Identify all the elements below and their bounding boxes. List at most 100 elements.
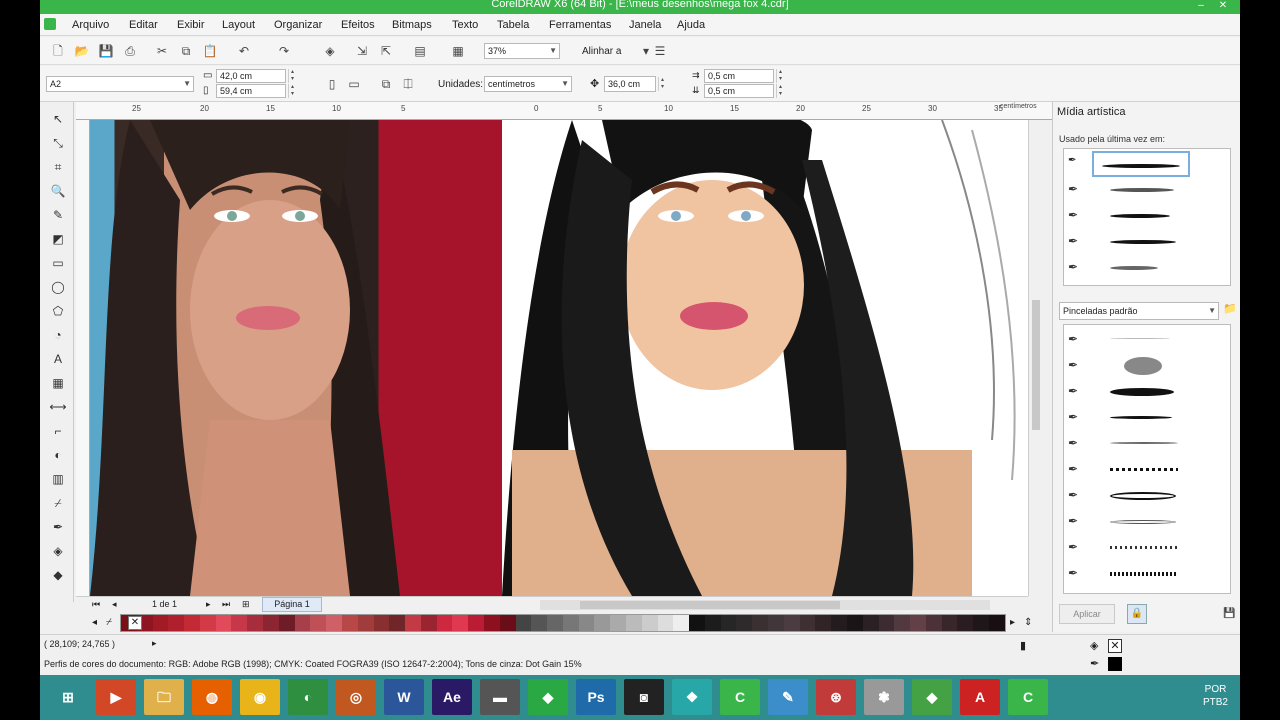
color-swatch[interactable] xyxy=(420,615,437,631)
menu-exibir[interactable]: Exibir xyxy=(177,19,205,31)
color-swatch[interactable] xyxy=(373,615,390,631)
taskbar-app-files[interactable]: ❖ xyxy=(672,679,712,715)
current-page-icon[interactable]: ⎅ xyxy=(400,76,416,92)
color-swatch[interactable] xyxy=(720,615,737,631)
horizontal-scroll-thumb[interactable] xyxy=(580,601,840,609)
save-icon[interactable]: 💾 xyxy=(98,43,114,59)
save-preset-icon[interactable]: 💾 xyxy=(1223,608,1235,619)
taskbar-app-chrome[interactable]: ◉ xyxy=(240,679,280,715)
menu-layout[interactable]: Layout xyxy=(222,19,255,31)
color-swatch[interactable] xyxy=(184,615,200,631)
color-swatch[interactable] xyxy=(846,615,863,631)
dimension-tool-icon[interactable]: ⟷ xyxy=(49,398,67,416)
color-swatch[interactable] xyxy=(957,615,974,631)
color-swatch[interactable] xyxy=(405,615,421,631)
search-content-icon[interactable]: ◈ xyxy=(322,43,338,59)
list-item[interactable] xyxy=(1092,151,1190,177)
color-swatch[interactable] xyxy=(357,615,374,631)
color-swatch[interactable] xyxy=(878,615,895,631)
freehand-tool-icon[interactable]: ✎ xyxy=(49,206,67,224)
menu-editar[interactable]: Editar xyxy=(129,19,158,31)
palette-options-icon[interactable]: ⇕ xyxy=(1024,617,1032,628)
list-item[interactable]: ✒ xyxy=(1064,177,1230,203)
shape-tool-icon[interactable]: ⤡ xyxy=(49,134,67,152)
landscape-icon[interactable]: ▭ xyxy=(346,76,362,92)
color-swatch[interactable] xyxy=(831,615,847,631)
apply-button[interactable]: Aplicar xyxy=(1059,604,1115,624)
all-pages-icon[interactable]: ⧉ xyxy=(378,76,394,92)
list-item[interactable]: ✒ xyxy=(1064,509,1230,535)
eyedropper-palette-icon[interactable]: ⌿ xyxy=(106,617,112,628)
vertical-scrollbar[interactable] xyxy=(1028,120,1042,596)
close-button[interactable]: ✕ xyxy=(1212,0,1234,13)
menu-organizar[interactable]: Organizar xyxy=(274,19,322,31)
add-page-icon[interactable]: ⊞ xyxy=(242,599,250,610)
duplicate-y-spinner[interactable]: ▴ ▾ xyxy=(776,84,784,98)
units-select[interactable]: centímetros ▼ xyxy=(484,76,572,92)
color-swatch[interactable] xyxy=(547,615,563,631)
last-page-icon[interactable]: ⏭ xyxy=(222,599,230,610)
taskbar-app-photoshop[interactable]: Ps xyxy=(576,679,616,715)
eyedropper-tool-icon[interactable]: ⌿ xyxy=(49,494,67,512)
list-item[interactable]: ✒ xyxy=(1064,431,1230,457)
color-swatch[interactable] xyxy=(531,615,548,631)
menu-texto[interactable]: Texto xyxy=(452,19,478,31)
menu-efeitos[interactable]: Efeitos xyxy=(341,19,375,31)
color-swatch[interactable] xyxy=(231,615,248,631)
taskbar-app-acrobat[interactable]: A xyxy=(960,679,1000,715)
page-height-field[interactable]: 59,4 cm xyxy=(216,84,286,98)
new-document-icon[interactable]: 🗋 xyxy=(50,43,66,59)
export-icon[interactable]: ⇱ xyxy=(378,43,394,59)
taskbar-app-coreldraw[interactable]: ◆ xyxy=(528,679,568,715)
lock-icon[interactable]: 🔒 xyxy=(1127,604,1147,624)
taskbar-app-illustrator[interactable]: ◆ xyxy=(912,679,952,715)
import-icon[interactable]: ⇲ xyxy=(354,43,370,59)
taskbar-app-game[interactable]: ⊛ xyxy=(816,679,856,715)
coreldraw-app-icon[interactable] xyxy=(44,18,56,30)
taskbar-app-after-effects[interactable]: Ae xyxy=(432,679,472,715)
table-tool-icon[interactable]: ▦ xyxy=(49,374,67,392)
color-swatch[interactable] xyxy=(263,615,279,631)
color-swatch[interactable] xyxy=(515,615,532,631)
prev-page-icon[interactable]: ◂ xyxy=(112,599,117,610)
list-item[interactable]: ✒ xyxy=(1064,203,1230,229)
zoom-tool-icon[interactable]: 🔍 xyxy=(49,182,67,200)
color-swatch[interactable] xyxy=(499,615,516,631)
menu-ferramentas[interactable]: Ferramentas xyxy=(549,19,611,31)
no-color-swatch[interactable]: ✕ xyxy=(128,616,142,630)
taskbar-app-bio[interactable]: ❃ xyxy=(864,679,904,715)
taskbar-app-browser[interactable]: ◐ xyxy=(288,679,328,715)
next-page-icon[interactable]: ▸ xyxy=(206,599,211,610)
list-item[interactable]: ✒ xyxy=(1064,353,1230,379)
rectangle-tool-icon[interactable]: ▭ xyxy=(49,254,67,272)
color-swatch[interactable] xyxy=(657,615,674,631)
color-swatch[interactable] xyxy=(594,615,611,631)
taskbar-app-manager[interactable]: ◎ xyxy=(336,679,376,715)
color-swatch[interactable] xyxy=(247,615,264,631)
redo-icon[interactable]: ↷ xyxy=(276,43,292,59)
color-swatch[interactable] xyxy=(452,615,469,631)
cut-icon[interactable]: ✂ xyxy=(154,43,170,59)
undo-icon[interactable]: ↶ xyxy=(236,43,252,59)
first-page-icon[interactable]: ⏮ xyxy=(92,599,100,610)
color-swatch[interactable] xyxy=(468,615,484,631)
color-swatch[interactable] xyxy=(389,615,406,631)
color-swatch[interactable] xyxy=(673,615,690,631)
system-tray-language[interactable]: POR PTB2 xyxy=(1203,683,1228,709)
taskbar-app-media[interactable]: ▶ xyxy=(96,679,136,715)
taskbar-app-capture[interactable]: ◙ xyxy=(624,679,664,715)
interactive-fill-tool-icon[interactable]: ◆ xyxy=(49,566,67,584)
color-swatch[interactable] xyxy=(988,615,1005,631)
color-swatch[interactable] xyxy=(626,615,642,631)
text-tool-icon[interactable]: A xyxy=(49,350,67,368)
color-swatch[interactable] xyxy=(704,615,721,631)
copy-icon[interactable]: ⧉ xyxy=(178,43,194,59)
color-swatch[interactable] xyxy=(925,615,942,631)
color-swatch[interactable] xyxy=(294,615,311,631)
application-launcher-icon[interactable]: ▦ xyxy=(450,43,466,59)
list-item[interactable]: ✒ xyxy=(1064,229,1230,255)
list-item[interactable]: ✒ xyxy=(1064,561,1230,587)
color-swatch[interactable] xyxy=(894,615,911,631)
taskbar-app-start[interactable]: ⊞ xyxy=(48,679,88,715)
color-swatch[interactable] xyxy=(641,615,658,631)
